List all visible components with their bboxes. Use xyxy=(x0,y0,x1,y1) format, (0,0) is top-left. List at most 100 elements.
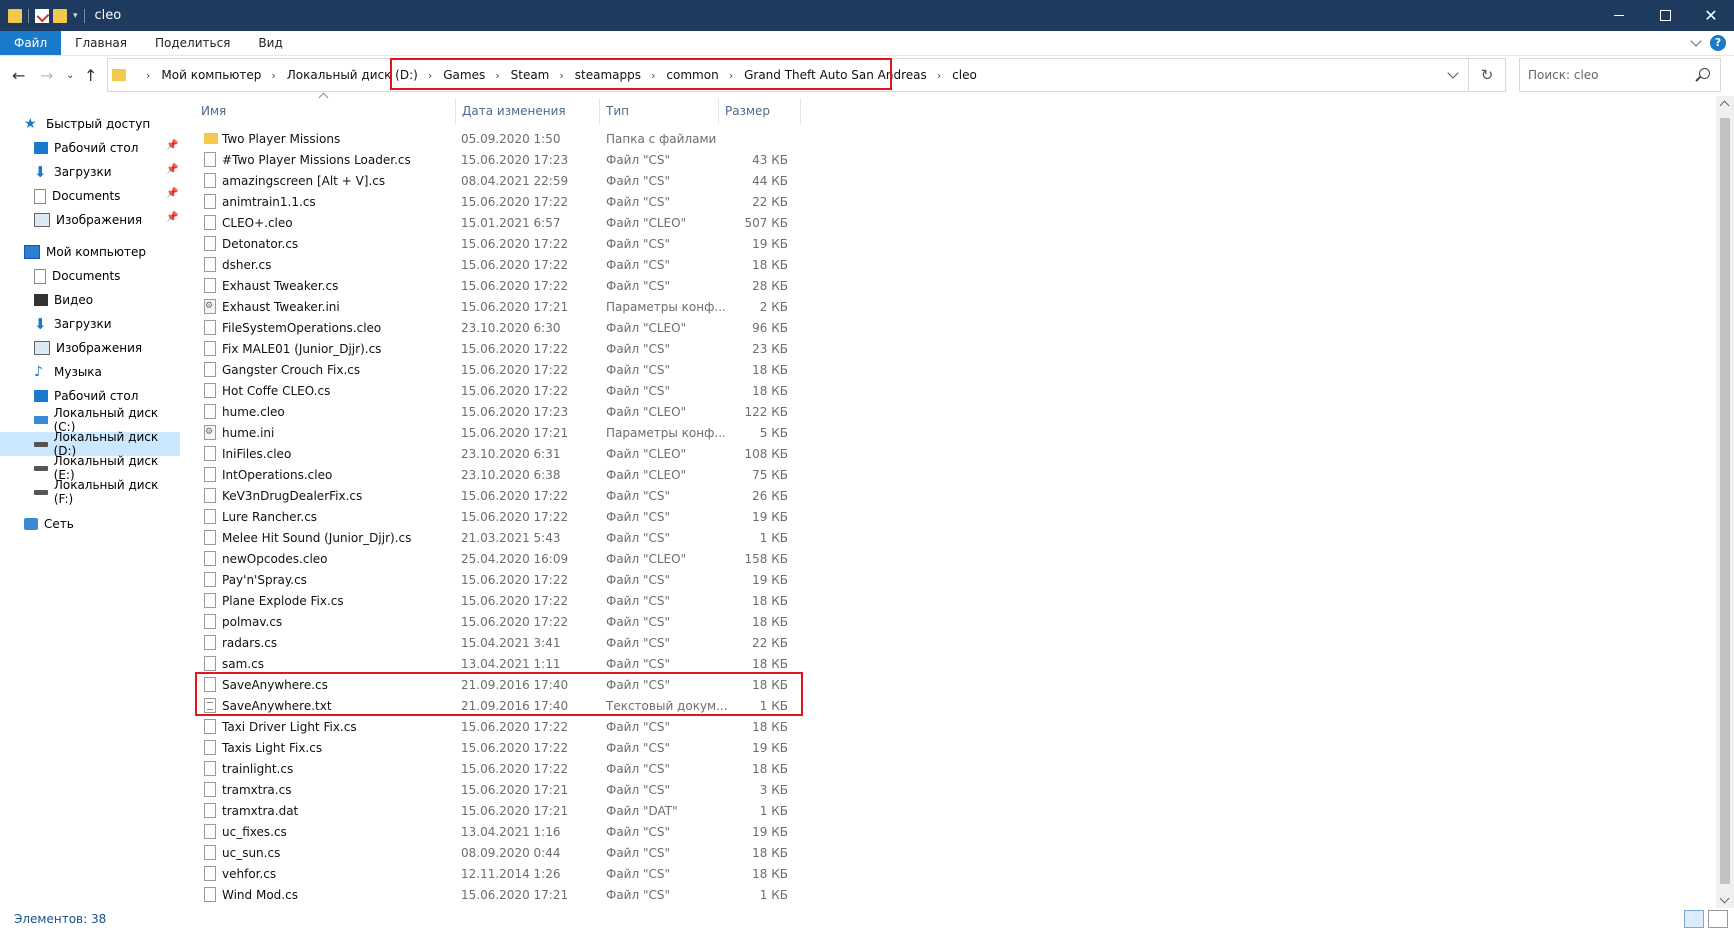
column-header-type[interactable]: Тип xyxy=(606,100,629,122)
file-row[interactable]: newOpcodes.cleo 25.04.2020 16:09 Файл "CLE… xyxy=(196,548,796,569)
help-icon[interactable]: ? xyxy=(1710,35,1726,51)
file-row[interactable]: Wind Mod.cs 15.06.2020 17:21 Файл "CS" 1 КБ xyxy=(196,884,796,905)
scrollbar-thumb[interactable] xyxy=(1720,118,1730,884)
file-row[interactable]: KeV3nDrugDealerFix.cs 15.06.2020 17:22 Фай… xyxy=(196,485,796,506)
sidebar-item-drive-e[interactable]: Локальный диск (E:) xyxy=(34,454,180,482)
file-row[interactable]: hume.ini15.06.2020 17:21Параметры конф..… xyxy=(196,422,796,443)
sidebar-item-music[interactable]: ♪ Музыка xyxy=(34,360,180,384)
column-header-date[interactable]: Дата изменения xyxy=(462,100,566,122)
file-row[interactable]: IntOperations.cleo 23.10.2020 6:38 Файл "C… xyxy=(196,464,796,485)
properties-icon[interactable] xyxy=(35,8,49,23)
search-input[interactable]: Поиск: cleo xyxy=(1519,58,1721,92)
file-row[interactable]: CLEO+.cleo 15.01.2021 6:57 Файл "CLEO" 507 … xyxy=(196,212,796,233)
file-row[interactable]: uc_fixes.cs 13.04.2021 1:16 Файл "CS" 19 КБ xyxy=(196,821,796,842)
minimize-button[interactable] xyxy=(1596,0,1642,31)
file-row[interactable]: Lure Rancher.cs 15.06.2020 17:22 Файл "CS"… xyxy=(196,506,796,527)
column-header-name[interactable]: Имя xyxy=(201,100,226,122)
breadcrumb-item[interactable]: Мой компьютер xyxy=(161,68,261,82)
file-row[interactable]: Exhaust Tweaker.ini15.06.2020 17:21Парам… xyxy=(196,296,796,317)
file-name: Two Player Missions xyxy=(222,131,341,146)
new-folder-icon[interactable] xyxy=(53,8,67,23)
sidebar-item-pc-downloads[interactable]: ⬇ Загрузки xyxy=(34,312,180,336)
sidebar-item-pc-desktop[interactable]: Рабочий стол xyxy=(34,384,180,408)
sidebar-item-network[interactable]: Сеть xyxy=(24,512,180,536)
file-row[interactable]: animtrain1.1.cs 15.06.2020 17:22 Файл "CS"… xyxy=(196,191,796,212)
maximize-button[interactable] xyxy=(1642,0,1688,31)
sidebar-item-pc-documents[interactable]: Documents xyxy=(34,264,180,288)
file-row[interactable]: Plane Explode Fix.cs 15.06.2020 17:22 Файл… xyxy=(196,590,796,611)
file-row[interactable]: Taxis Light Fix.cs 15.06.2020 17:22 Файл "… xyxy=(196,737,796,758)
file-row[interactable]: Pay'n'Spray.cs 15.06.2020 17:22 Файл "CS" 1… xyxy=(196,569,796,590)
column-divider[interactable] xyxy=(599,98,600,124)
file-row[interactable]: uc_sun.cs 08.09.2020 0:44 Файл "CS" 18 КБ xyxy=(196,842,796,863)
chevron-right-icon[interactable]: › xyxy=(146,69,150,82)
pin-icon[interactable]: 📌 xyxy=(166,212,178,223)
vertical-scrollbar[interactable] xyxy=(1716,96,1734,908)
sidebar-item-video[interactable]: Видео xyxy=(34,288,180,312)
customize-toolbar-icon[interactable]: ▾ xyxy=(73,11,78,21)
file-row[interactable]: Hot Coffe CLEO.cs 15.06.2020 17:22 Файл "C… xyxy=(196,380,796,401)
back-icon[interactable]: ← xyxy=(12,66,25,85)
file-row[interactable]: sam.cs 13.04.2021 1:11 Файл "CS" 18 КБ xyxy=(196,653,796,674)
file-row[interactable]: hume.cleo 15.06.2020 17:23 Файл "CLEO" 122 … xyxy=(196,401,796,422)
file-name: Taxi Driver Light Fix.cs xyxy=(222,719,357,734)
column-divider[interactable] xyxy=(800,98,801,124)
file-row[interactable]: trainlight.cs 15.06.2020 17:22 Файл "CS" 18… xyxy=(196,758,796,779)
chevron-down-icon[interactable] xyxy=(1447,67,1459,79)
tab-share[interactable]: Поделиться xyxy=(141,31,244,55)
file-row[interactable]: Gangster Crouch Fix.cs 15.06.2020 17:22 Фа… xyxy=(196,359,796,380)
forward-icon[interactable]: → xyxy=(40,66,53,85)
breadcrumb-item[interactable]: cleo xyxy=(952,68,977,82)
sidebar-item-drive-f[interactable]: Локальный диск (F:) xyxy=(34,478,180,506)
column-divider[interactable] xyxy=(718,98,719,124)
recent-locations-icon[interactable]: ⌄ xyxy=(66,70,74,81)
file-row[interactable]: polmav.cs 15.06.2020 17:22 Файл "CS" 18 КБ xyxy=(196,611,796,632)
tab-home[interactable]: Главная xyxy=(61,31,141,55)
tab-view[interactable]: Вид xyxy=(244,31,296,55)
sidebar-item-documents[interactable]: Documents xyxy=(34,184,180,208)
sidebar-item-pc-pictures[interactable]: Изображения xyxy=(34,336,180,360)
file-row[interactable]: Detonator.cs 15.06.2020 17:22 Файл "CS" 19 … xyxy=(196,233,796,254)
file-row[interactable]: amazingscreen [Alt + V].cs 08.04.2021 22:… xyxy=(196,170,796,191)
chevron-right-icon[interactable]: › xyxy=(271,69,275,82)
close-button[interactable]: ✕ xyxy=(1688,0,1734,31)
details-view-icon[interactable] xyxy=(1684,910,1704,928)
tab-file[interactable]: Файл xyxy=(0,31,62,55)
file-row[interactable]: vehfor.cs 12.11.2014 1:26 Файл "CS" 18 КБ xyxy=(196,863,796,884)
file-row[interactable]: FileSystemOperations.cleo 23.10.2020 6:30… xyxy=(196,317,796,338)
file-row[interactable]: #Two Player Missions Loader.cs 15.06.2020… xyxy=(196,149,796,170)
sidebar-item-drive-d[interactable]: Локальный диск (D:) xyxy=(0,430,180,458)
large-icons-view-icon[interactable] xyxy=(1708,910,1728,928)
sidebar-item-desktop[interactable]: Рабочий стол xyxy=(34,136,180,160)
chevron-right-icon[interactable]: › xyxy=(937,69,941,82)
expand-ribbon-icon[interactable] xyxy=(1690,35,1702,47)
sidebar-item-this-pc[interactable]: Мой компьютер xyxy=(24,240,204,264)
scroll-down-icon[interactable] xyxy=(1719,893,1730,904)
file-row[interactable]: radars.cs 15.04.2021 3:41 Файл "CS" 22 КБ xyxy=(196,632,796,653)
column-header-size[interactable]: Размер xyxy=(725,100,770,122)
file-row[interactable]: Melee Hit Sound (Junior_Djjr).cs 21.03.20… xyxy=(196,527,796,548)
file-row[interactable]: Two Player Missions 05.09.2020 1:50 Папка … xyxy=(196,128,796,149)
file-size: 18 КБ xyxy=(752,383,788,398)
file-row[interactable]: Exhaust Tweaker.cs 15.06.2020 17:22 Файл "… xyxy=(196,275,796,296)
sidebar-item-quick-access[interactable]: ★ Быстрый доступ xyxy=(24,112,204,136)
pin-icon[interactable]: 📌 xyxy=(166,188,178,199)
sidebar-item-pictures[interactable]: Изображения xyxy=(34,208,180,232)
pin-icon[interactable]: 📌 xyxy=(166,140,178,151)
up-icon[interactable]: ↑ xyxy=(84,66,97,85)
sidebar-item-downloads[interactable]: ⬇ Загрузки xyxy=(34,160,180,184)
file-row[interactable]: dsher.cs 15.06.2020 17:22 Файл "CS" 18 КБ xyxy=(196,254,796,275)
file-row[interactable]: tramxtra.dat 15.06.2020 17:21 Файл "DAT" 1 … xyxy=(196,800,796,821)
scroll-up-icon[interactable] xyxy=(1719,100,1730,111)
file-date: 15.06.2020 17:22 xyxy=(461,362,569,377)
column-divider[interactable] xyxy=(455,98,456,124)
file-type: Файл "CS" xyxy=(606,824,671,839)
file-row[interactable]: Fix MALE01 (Junior_Djjr).cs 15.06.2020 17… xyxy=(196,338,796,359)
pin-icon[interactable]: 📌 xyxy=(166,164,178,175)
file-row[interactable]: IniFiles.cleo 23.10.2020 6:31 Файл "CLEO" 1… xyxy=(196,443,796,464)
file-row[interactable]: Taxi Driver Light Fix.cs 15.06.2020 17:22… xyxy=(196,716,796,737)
refresh-icon[interactable]: ↻ xyxy=(1468,59,1505,91)
sidebar-item-drive-c[interactable]: Локальный диск (C:) xyxy=(34,406,180,434)
file-icon xyxy=(204,257,216,272)
file-row[interactable]: tramxtra.cs 15.06.2020 17:21 Файл "CS" 3 КБ xyxy=(196,779,796,800)
